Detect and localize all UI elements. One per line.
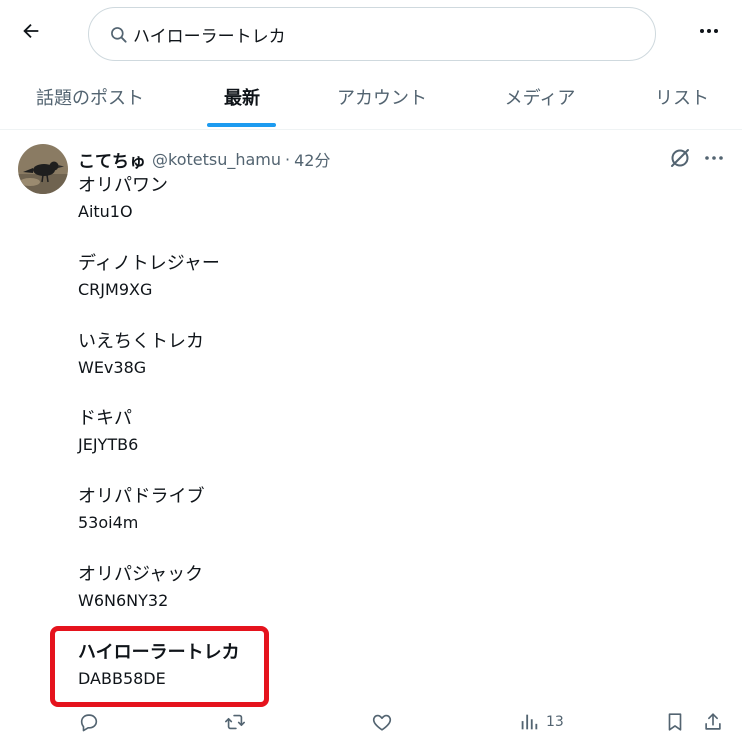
search-icon bbox=[111, 27, 127, 43]
red-highlight-box bbox=[50, 626, 269, 707]
repost-icon bbox=[225, 714, 245, 730]
avatar[interactable] bbox=[18, 144, 68, 194]
entry-code: 53oi4m bbox=[78, 513, 139, 532]
views-count: 13 bbox=[546, 714, 564, 730]
tweet-entry: オリパドライブ 53oi4m bbox=[78, 484, 718, 536]
entry-name: オリパドライブ bbox=[78, 486, 205, 507]
entry-code: CRJM9XG bbox=[78, 280, 153, 299]
search-box[interactable] bbox=[88, 7, 656, 61]
repost-button[interactable] bbox=[224, 707, 246, 737]
entry-name: ディノトレジャー bbox=[78, 253, 220, 274]
entry-name: オリパワン bbox=[78, 175, 168, 196]
tweet-entry: オリパジャック W6N6NY32 bbox=[78, 562, 718, 614]
like-icon bbox=[372, 714, 392, 731]
like-button[interactable] bbox=[371, 707, 393, 737]
share-icon bbox=[705, 713, 721, 730]
bookmark-button[interactable] bbox=[664, 707, 686, 737]
tweet-actions: 13 bbox=[0, 707, 742, 737]
back-arrow-icon bbox=[23, 23, 39, 39]
more-icon bbox=[700, 29, 718, 33]
display-name[interactable]: こてちゅ bbox=[78, 147, 146, 172]
entry-code: WEv38G bbox=[78, 358, 147, 377]
tweet-entry: ディノトレジャー CRJM9XG bbox=[78, 251, 718, 303]
more-options-button[interactable] bbox=[692, 14, 726, 48]
tweet-more-icon[interactable] bbox=[702, 146, 726, 170]
reply-button[interactable] bbox=[78, 707, 100, 737]
timestamp[interactable]: 42分 bbox=[294, 147, 330, 171]
grok-icon[interactable] bbox=[668, 146, 692, 170]
user-handle[interactable]: @kotetsu_hamu bbox=[152, 150, 281, 169]
entry-code: Aitu1O bbox=[78, 202, 133, 221]
reply-icon bbox=[80, 714, 98, 732]
views-icon bbox=[521, 714, 538, 730]
tab-latest[interactable]: 最新 bbox=[200, 64, 284, 130]
avatar-image bbox=[18, 144, 68, 194]
views-button[interactable]: 13 bbox=[518, 707, 564, 737]
top-bar bbox=[0, 0, 742, 64]
tab-top-posts[interactable]: 話題のポスト bbox=[20, 64, 160, 130]
entry-code: W6N6NY32 bbox=[78, 591, 169, 610]
entry-name: ドキパ bbox=[78, 408, 132, 429]
tab-lists[interactable]: リスト bbox=[640, 64, 724, 130]
tab-accounts[interactable]: アカウント bbox=[322, 64, 442, 130]
entry-code: JEJYTB6 bbox=[78, 435, 139, 454]
back-button[interactable] bbox=[14, 14, 48, 48]
active-tab-indicator bbox=[207, 123, 276, 127]
bookmark-icon bbox=[668, 713, 682, 731]
entry-name: オリパジャック bbox=[78, 564, 204, 585]
tweet-entry: いえちくトレカ WEv38G bbox=[78, 329, 718, 381]
tweet[interactable]: こてちゅ @kotetsu_hamu · 42分 オリパワン Aitu1O ディ… bbox=[0, 131, 742, 746]
tab-bar: 話題のポスト 最新 アカウント メディア リスト bbox=[0, 64, 742, 130]
entry-name: いえちくトレカ bbox=[78, 331, 204, 352]
search-input[interactable] bbox=[133, 18, 633, 50]
tweet-header: こてちゅ @kotetsu_hamu · 42分 bbox=[78, 147, 331, 172]
tweet-entry: オリパワン Aitu1O bbox=[78, 173, 718, 225]
tab-media[interactable]: メディア bbox=[488, 64, 592, 130]
tweet-entry: ドキパ JEJYTB6 bbox=[78, 406, 718, 458]
share-button[interactable] bbox=[702, 707, 724, 737]
separator-dot: · bbox=[285, 149, 291, 169]
